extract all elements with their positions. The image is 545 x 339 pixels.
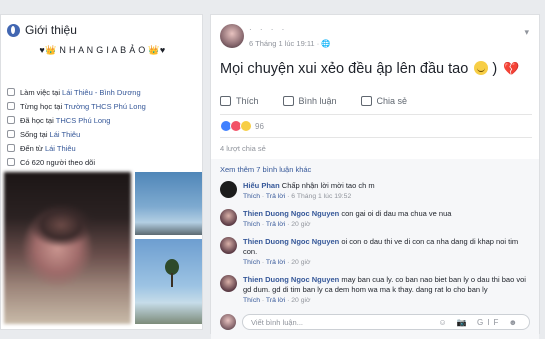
share-button[interactable]: Chia sẻ: [360, 94, 407, 108]
post-author-avatar[interactable]: [220, 24, 244, 48]
broken-heart-icon: 💔: [503, 61, 520, 76]
share-count[interactable]: 4 lượt chia sẻ: [220, 144, 266, 153]
comment-text: con gai oi di dau ma chua ve nua: [341, 209, 452, 218]
comment-meta: Thích · Trả lời · 6 Tháng 1 lúc 19:52: [243, 193, 352, 200]
tree-shape: [165, 259, 179, 287]
commenter-name[interactable]: Thien Duong Ngoc Nguyen: [243, 275, 339, 284]
write-comment-row: Viết bình luận... ☺ 📷 GIF ☻: [220, 314, 532, 332]
info-item-studied: Từng học tại Trường THCS Phú Long: [7, 99, 146, 113]
comment-meta: Thích · Trả lời · 20 giờ: [243, 259, 311, 266]
commenter-name[interactable]: Hiếu Phan: [243, 181, 280, 190]
location-icon: [7, 144, 15, 152]
divider: [220, 137, 532, 138]
commenter-name[interactable]: Thien Duong Ngoc Nguyen: [243, 237, 339, 246]
graduation-icon: [7, 116, 15, 124]
commenter-name[interactable]: Thien Duong Ngoc Nguyen: [243, 209, 339, 218]
profile-photo-blurred[interactable]: [4, 172, 131, 324]
school-link[interactable]: Trường THCS Phú Long: [64, 102, 146, 111]
comment-reply-link[interactable]: Trả lời: [266, 193, 285, 200]
post-timestamp[interactable]: 6 Tháng 1 lúc 19:11 · 🌐: [249, 39, 331, 48]
comment-like-link[interactable]: Thích: [243, 297, 260, 304]
comment-reply-link[interactable]: Trả lời: [266, 259, 285, 266]
comment-tools-icon[interactable]: ☺ 📷 GIF ☻: [438, 318, 521, 327]
rss-icon: [7, 158, 15, 166]
info-item-from: Đến từ Lái Thiêu: [7, 141, 146, 155]
from-link[interactable]: Lái Thiêu: [45, 144, 76, 153]
info-item-followers: Có 620 người theo dõi: [7, 155, 146, 169]
info-item-lives: Sống tại Lái Thiêu: [7, 127, 146, 141]
post-card: · · · · 6 Tháng 1 lúc 19:11 · 🌐 ▾ Mọi ch…: [210, 14, 540, 339]
view-more-comments-link[interactable]: Xem thêm 7 bình luận khác: [220, 165, 311, 174]
comment-button[interactable]: Bình luận: [282, 94, 337, 108]
comment-time[interactable]: 20 giờ: [291, 259, 310, 266]
lives-link[interactable]: Lái Thiêu: [50, 130, 81, 139]
commenter-avatar[interactable]: [220, 275, 237, 292]
smile-emoji-icon: [474, 61, 489, 75]
divider: [220, 114, 532, 115]
education-link[interactable]: THCS Phú Long: [56, 116, 111, 125]
comment-time[interactable]: 20 giờ: [291, 297, 310, 304]
comment-like-link[interactable]: Thích: [243, 193, 260, 200]
comment-time[interactable]: 6 Tháng 1 lúc 19:52: [291, 193, 351, 200]
post-author-name[interactable]: · · · ·: [249, 25, 287, 34]
comment-meta: Thích · Trả lời · 20 giờ: [243, 297, 311, 304]
chevron-down-icon[interactable]: ▾: [524, 27, 529, 38]
photo-tree[interactable]: [135, 239, 202, 324]
share-icon: [360, 96, 372, 106]
comment-reply-link[interactable]: Trả lời: [266, 221, 285, 228]
comment-input-placeholder: Viết bình luận...: [251, 318, 303, 327]
intro-title: Giới thiệu: [25, 23, 77, 37]
globe-icon: [7, 23, 20, 37]
info-item-education: Đã học tại THCS Phú Long: [7, 113, 146, 127]
thumbs-up-icon: [220, 96, 231, 106]
reaction-count: 96: [255, 121, 264, 131]
home-icon: [7, 130, 15, 138]
photo-sky[interactable]: [135, 172, 202, 235]
post-actions: Thích Bình luận Chia sẻ: [220, 94, 431, 108]
reaction-summary[interactable]: 96: [220, 120, 264, 132]
comment-meta: Thích · Trả lời · 20 giờ: [243, 221, 311, 228]
comment-text: Chấp nhận lời mời tao ch m: [281, 181, 375, 190]
commenter-avatar[interactable]: [220, 209, 237, 226]
info-item-work: Làm việc tại Lái Thiêu - Bình Dương: [7, 85, 146, 99]
post-text: Mọi chuyện xui xẻo đều ập lên đầu tao ) …: [220, 61, 520, 77]
work-link[interactable]: Lái Thiêu - Bình Dương: [62, 88, 141, 97]
comment-reply-link[interactable]: Trả lời: [266, 297, 285, 304]
commenter-avatar[interactable]: [220, 181, 237, 198]
intro-header: Giới thiệu: [7, 23, 77, 37]
commenter-avatar[interactable]: [220, 237, 237, 254]
comments-area: Xem thêm 7 bình luận khác Hiếu Phan Chấp…: [211, 159, 539, 339]
intro-bio: ♥👑 N H A N G I A B Ả O 👑♥: [39, 45, 166, 55]
comment-like-link[interactable]: Thích: [243, 259, 260, 266]
school-icon: [7, 102, 15, 110]
intro-info-list: Làm việc tại Lái Thiêu - Bình Dương Từng…: [7, 85, 146, 169]
like-button[interactable]: Thích: [220, 94, 259, 108]
comment-input[interactable]: Viết bình luận... ☺ 📷 GIF ☻: [242, 314, 530, 330]
briefcase-icon: [7, 88, 15, 96]
comment-icon: [282, 96, 294, 106]
sad-reaction-icon: [240, 120, 252, 132]
comment-time[interactable]: 20 giờ: [291, 221, 310, 228]
comment-like-link[interactable]: Thích: [243, 221, 260, 228]
current-user-avatar: [220, 314, 236, 330]
